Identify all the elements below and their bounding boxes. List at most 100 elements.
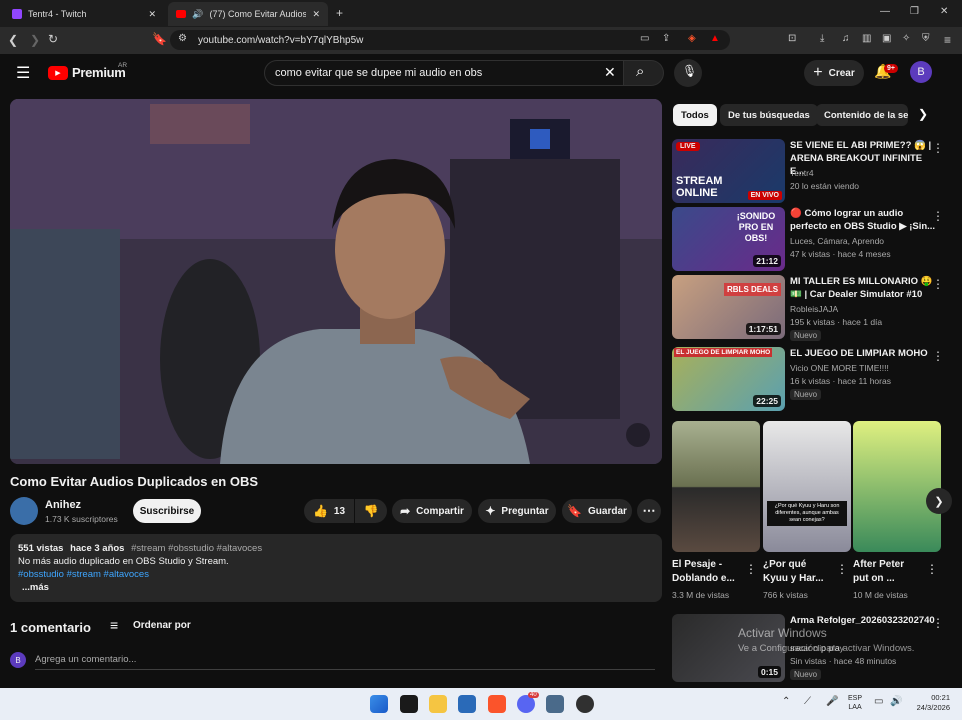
youtube-logo[interactable]: ▶ Premium: [48, 65, 126, 80]
clock[interactable]: 00:21 24/3/2026: [910, 693, 950, 713]
tray-chevron-icon[interactable]: ⌃: [782, 696, 790, 707]
music-icon[interactable]: ♫: [842, 33, 850, 44]
channel-name[interactable]: Anihez: [45, 499, 81, 511]
rec-item[interactable]: EL JUEGO DE LIMPIAR MOHO 22:25 EL JUEGO …: [672, 347, 962, 411]
language-indicator[interactable]: ESP LAA: [848, 694, 862, 712]
url-text[interactable]: youtube.com/watch?v=bY7qlYBhp5w: [198, 35, 363, 46]
kebab-icon[interactable]: ⋮: [932, 349, 944, 363]
create-button[interactable]: + Crear: [804, 60, 864, 86]
short-thumbnail[interactable]: [672, 421, 760, 552]
store-icon[interactable]: [458, 695, 476, 713]
forward-icon[interactable]: ❯: [30, 33, 40, 47]
dislike-button[interactable]: 👎: [355, 499, 387, 523]
subscriber-count: 1.73 K suscriptores: [45, 514, 118, 524]
description-box[interactable]: 551 vistas hace 3 años #stream #obsstudi…: [10, 534, 662, 602]
ask-button[interactable]: ✦ Preguntar: [478, 499, 556, 523]
upload-age: hace 3 años: [70, 543, 125, 554]
short-thumbnail[interactable]: ¿Por qué Kyuu y Haru son diferentes, aun…: [763, 421, 851, 552]
sidebar-icon[interactable]: ▥: [862, 33, 871, 44]
rec-title: MI TALLER ES MILLONARIO 🤑 💵 | Car Dealer…: [790, 276, 933, 300]
site-info-icon[interactable]: ⚙: [178, 33, 187, 44]
hamburger-icon[interactable]: ☰: [16, 63, 30, 83]
bookmark-icon[interactable]: 🔖: [152, 32, 167, 46]
tab-twitch[interactable]: Tentr4 - Twitch ✕: [4, 2, 164, 26]
rec-item[interactable]: RBLS DEALS 1:17:51 MI TALLER ES MILLONAR…: [672, 275, 962, 341]
channel-avatar[interactable]: [10, 497, 38, 525]
maximize-icon[interactable]: ❐: [910, 6, 919, 17]
brave-rewards-icon[interactable]: ▲: [710, 33, 720, 44]
rec-channel[interactable]: Tentr4: [790, 167, 814, 180]
kebab-icon[interactable]: ⋮: [926, 562, 938, 576]
reload-icon[interactable]: ↻: [48, 32, 58, 46]
minimize-icon[interactable]: —: [880, 6, 890, 17]
start-icon[interactable]: [370, 695, 388, 713]
shorts-next-button[interactable]: ❯: [926, 488, 952, 514]
back-icon[interactable]: ❮: [8, 33, 18, 47]
menu-icon[interactable]: ≡: [944, 33, 951, 47]
rec-meta: 47 k vistas · hace 4 meses: [790, 249, 891, 259]
rec-meta: 16 k vistas · hace 11 horas: [790, 376, 891, 386]
chip-series[interactable]: Contenido de la ser: [816, 104, 908, 126]
chip-all[interactable]: Todos: [673, 104, 717, 126]
kebab-icon[interactable]: ⋮: [932, 209, 944, 223]
volume-icon[interactable]: 🔊: [890, 696, 902, 707]
kebab-icon[interactable]: ⋮: [836, 562, 848, 576]
like-button[interactable]: 👍 13: [304, 499, 354, 523]
chip-from-searches[interactable]: De tus búsquedas: [720, 104, 818, 126]
obs-icon[interactable]: [576, 695, 594, 713]
wallet-icon[interactable]: ▣: [882, 33, 891, 44]
search-input[interactable]: como evitar que se dupee mi audio en obs: [264, 60, 624, 86]
mic-icon[interactable]: 🎤: [826, 696, 838, 707]
subscribe-button[interactable]: Suscribirse: [133, 499, 201, 523]
new-tab-icon[interactable]: +: [336, 6, 343, 20]
description-tags[interactable]: #obsstudio #stream #altavoces: [18, 568, 654, 581]
rec-meta: Sin vistas · hace 48 minutos: [790, 656, 897, 666]
share-button[interactable]: ➦ Compartir: [392, 499, 472, 523]
close-icon[interactable]: ✕: [148, 9, 156, 20]
tab-youtube[interactable]: 🔊 (77) Como Evitar Audios Dupli ✕: [168, 2, 328, 26]
sort-icon[interactable]: ≡: [110, 617, 118, 633]
share-label: Compartir: [416, 505, 464, 517]
close-icon[interactable]: ✕: [312, 9, 320, 20]
clear-search-icon[interactable]: ✕: [604, 64, 616, 81]
download-icon[interactable]: ⤓: [820, 33, 824, 44]
vpn-icon[interactable]: ⛨: [922, 33, 930, 44]
more-link[interactable]: ...más: [22, 581, 654, 594]
rec-item[interactable]: ¡SONIDO PRO EN OBS! 21:12 🔴 Cómo lograr …: [672, 207, 962, 271]
brave-icon[interactable]: [488, 695, 506, 713]
app-icon[interactable]: [400, 695, 418, 713]
share-icon[interactable]: ⇪: [662, 33, 670, 44]
kebab-icon[interactable]: ⋮: [745, 562, 757, 576]
chevron-right-icon[interactable]: ❯: [918, 107, 928, 121]
save-button[interactable]: 🔖 Guardar: [562, 499, 632, 523]
avatar[interactable]: B: [910, 61, 932, 83]
audio-icon[interactable]: 🔊: [192, 9, 203, 20]
steam-icon[interactable]: [546, 695, 564, 713]
view-count: 551 vistas: [18, 543, 64, 554]
short-thumbnail[interactable]: [853, 421, 941, 552]
header-tags[interactable]: #stream #obsstudio #altavoces: [131, 543, 262, 554]
activation-watermark-title: Activar Windows: [738, 626, 827, 640]
pen-icon[interactable]: ⟋: [804, 696, 811, 707]
video-player[interactable]: [10, 99, 662, 464]
kebab-icon[interactable]: ⋮: [932, 277, 944, 291]
cast-icon[interactable]: ▭: [640, 33, 649, 44]
screenshot-icon[interactable]: ⊡: [788, 33, 796, 44]
kebab-icon[interactable]: ⋮: [932, 616, 944, 630]
rec-item[interactable]: LIVE STREAM ONLINE EN VIVO SE VIENE EL A…: [672, 139, 962, 203]
comment-input[interactable]: Agrega un comentario...: [35, 654, 655, 670]
folder-icon[interactable]: [429, 695, 447, 713]
window-close-icon[interactable]: ✕: [940, 6, 948, 17]
discord-badge: 40: [528, 692, 539, 698]
rec-channel[interactable]: Vicio ONE MORE TIME!!!!: [790, 362, 889, 375]
new-badge: Nuevo: [790, 389, 822, 400]
rec-channel[interactable]: Luces, Cámara, Aprendo: [790, 235, 884, 248]
region-code: AR: [118, 62, 128, 69]
leo-icon[interactable]: ✧: [902, 33, 910, 44]
network-icon[interactable]: ▭: [874, 696, 883, 707]
brave-shield-icon[interactable]: ◈: [688, 33, 696, 44]
more-actions-button[interactable]: ⋯: [637, 499, 661, 523]
kebab-icon[interactable]: ⋮: [932, 141, 944, 155]
sort-button[interactable]: Ordenar por: [133, 620, 191, 631]
rec-channel[interactable]: RobleisJAJA: [790, 303, 838, 316]
